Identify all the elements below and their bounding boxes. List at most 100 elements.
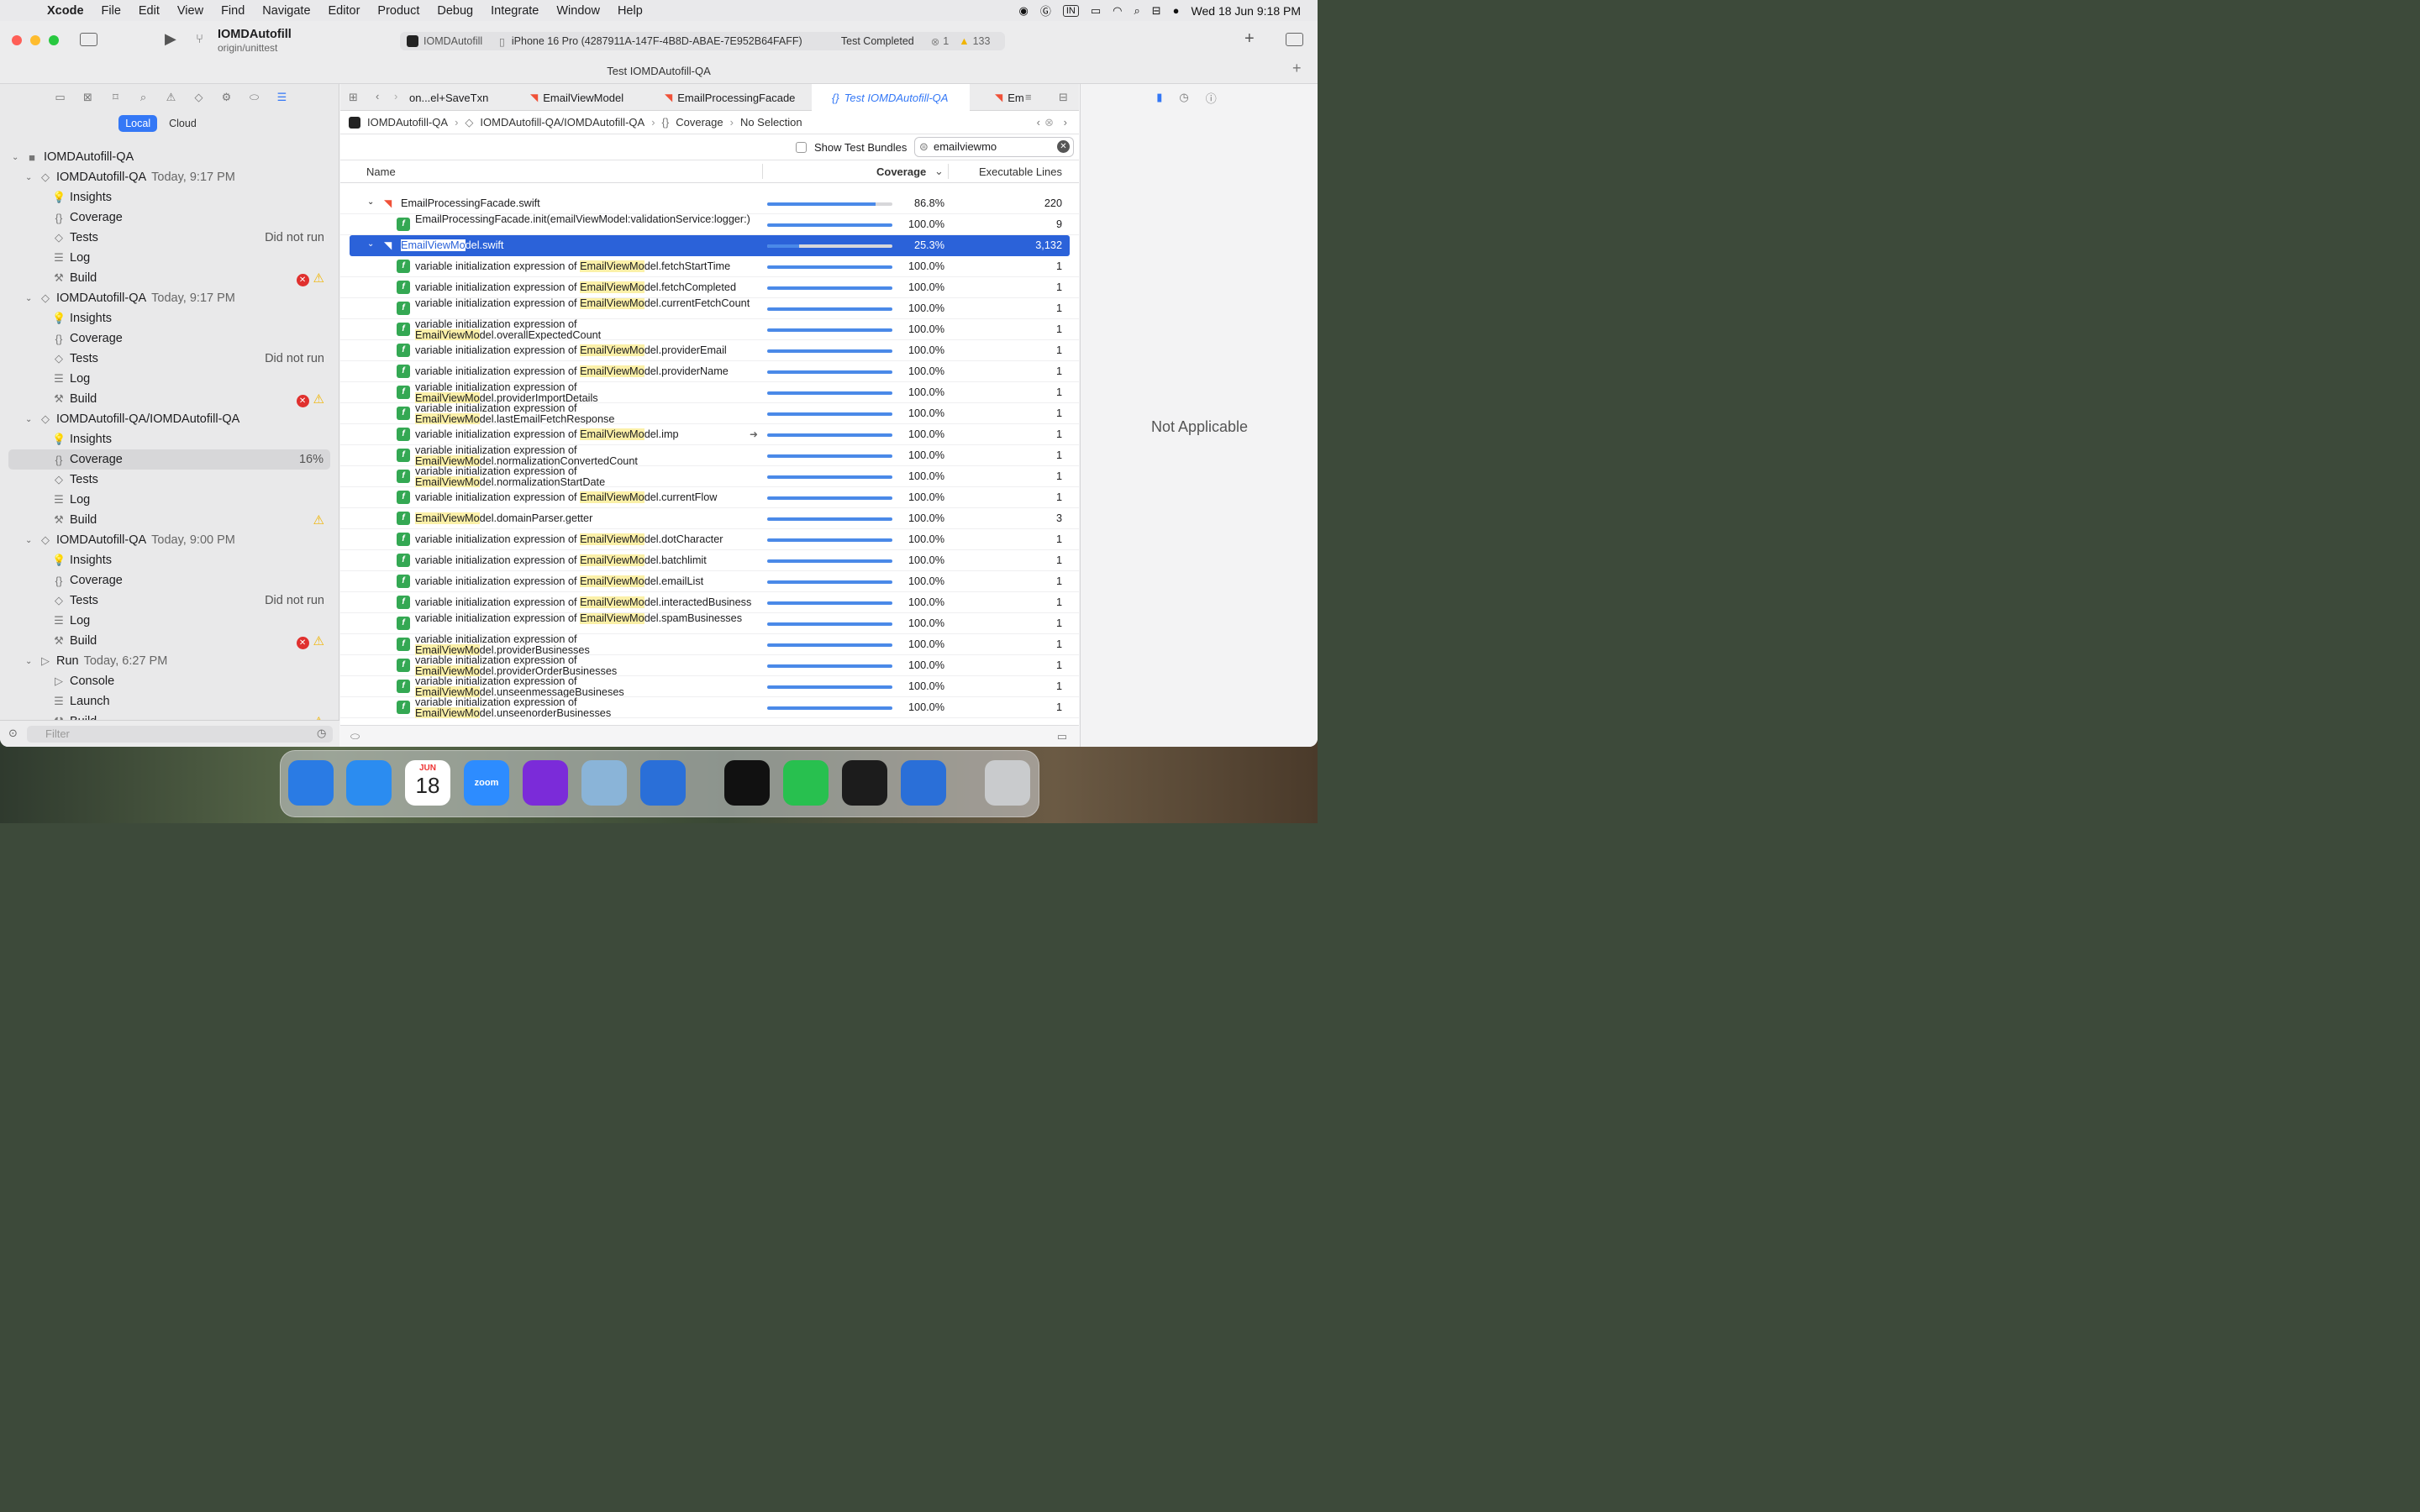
issue-icon[interactable]: ⚠	[163, 91, 179, 104]
sidebar-item-coverage[interactable]: {} Coverage	[0, 570, 339, 591]
source-control-icon[interactable]: ⊠	[80, 91, 96, 104]
find-icon[interactable]: ⌕	[135, 91, 151, 104]
trash-icon[interactable]	[985, 760, 1030, 806]
coverage-function-row[interactable]: f variable initialization expression of E…	[340, 697, 1079, 718]
siri-icon[interactable]: ●	[1173, 4, 1180, 17]
sidebar-item-tests[interactable]: ◇ Tests Did not run	[0, 349, 339, 369]
zoom-window-button[interactable]	[49, 35, 59, 45]
coverage-function-row[interactable]: f variable initialization expression of E…	[340, 403, 1079, 424]
sidebar-item-console[interactable]: ▷ Console	[0, 671, 339, 691]
whatsapp-icon[interactable]	[783, 760, 829, 806]
coverage-function-row[interactable]: f variable initialization expression of E…	[340, 340, 1079, 361]
xcode-instruments-icon[interactable]	[901, 760, 946, 806]
sidebar-item-iomdautofill-qa[interactable]: ⌄ ◇ IOMDAutofill-QA Today, 9:17 PM	[0, 288, 339, 308]
minimize-window-button[interactable]	[30, 35, 40, 45]
menu-window[interactable]: Window	[556, 4, 600, 18]
control-center-icon[interactable]: ⊟	[1152, 4, 1161, 18]
coverage-function-row[interactable]: f variable initialization expression of E…	[340, 445, 1079, 466]
menu-debug[interactable]: Debug	[437, 4, 473, 18]
warning-count-icon[interactable]: ▲	[959, 35, 969, 47]
coverage-function-row[interactable]: f variable initialization expression of E…	[340, 298, 1079, 319]
coverage-function-row[interactable]: f variable initialization expression of E…	[340, 529, 1079, 550]
folder-icon[interactable]: ▭	[52, 91, 68, 104]
clear-search-icon[interactable]: ✕	[1057, 140, 1070, 153]
related-items-icon[interactable]: ⊞	[349, 91, 358, 104]
menubar-clock[interactable]: Wed 18 Jun 9:18 PM	[1192, 4, 1301, 18]
disclosure-chevron-icon[interactable]: ⌄	[25, 173, 32, 182]
coverage-function-row[interactable]: f variable initialization expression of E…	[340, 319, 1079, 340]
forward-icon[interactable]: ›	[394, 90, 397, 102]
sidebar-item-tests[interactable]: ◇ Tests Did not run	[0, 228, 339, 248]
disclosure-chevron-icon[interactable]: ⌄	[367, 197, 374, 207]
sidebar-item-coverage[interactable]: {} Coverage	[0, 328, 339, 349]
menu-edit[interactable]: Edit	[139, 4, 160, 18]
sidebar-item-insights[interactable]: 💡 Insights	[0, 187, 339, 207]
show-test-bundles-checkbox[interactable]	[796, 142, 807, 153]
coverage-function-row[interactable]: f variable initialization expression of E…	[340, 634, 1079, 655]
coverage-function-row[interactable]: f variable initialization expression of E…	[340, 487, 1079, 508]
unity-icon[interactable]	[724, 760, 770, 806]
input-source-icon[interactable]: IN	[1062, 4, 1079, 17]
inspector-toggle-icon[interactable]	[1286, 33, 1303, 46]
recent-filter-icon[interactable]: ◷	[317, 727, 326, 740]
tab-test-report[interactable]: {} Test IOMDAutofill-QA	[812, 84, 970, 111]
sidebar-item-insights[interactable]: 💡 Insights	[0, 308, 339, 328]
coverage-function-row[interactable]: f variable initialization expression of E…	[340, 655, 1079, 676]
jump-selection[interactable]: No Selection	[740, 116, 802, 129]
safari-icon[interactable]	[346, 760, 392, 806]
wifi-icon[interactable]: ◠	[1113, 4, 1122, 18]
coverage-function-row[interactable]: f variable initialization expression of E…	[340, 277, 1079, 298]
terminal-icon[interactable]	[842, 760, 887, 806]
coverage-function-row[interactable]: f variable initialization expression of E…	[340, 592, 1079, 613]
sidebar-item-tests[interactable]: ◇ Tests Did not run	[0, 591, 339, 611]
segment-local[interactable]: Local	[118, 115, 158, 132]
error-count-icon[interactable]: ⊗	[931, 35, 939, 48]
menu-integrate[interactable]: Integrate	[491, 4, 539, 18]
help-inspector-icon[interactable]: ⓘ	[1206, 90, 1217, 106]
coverage-function-row[interactable]: f variable initialization expression of E…	[340, 676, 1079, 697]
disclosure-chevron-icon[interactable]: ⌄	[25, 415, 32, 424]
sidebar-item-tests[interactable]: ◇ Tests	[0, 470, 339, 490]
sort-chevron-icon[interactable]: ⌄	[934, 165, 944, 178]
breakpoint-icon[interactable]: ⬭	[246, 91, 262, 104]
sidebar-item-log[interactable]: ☰ Log	[0, 490, 339, 510]
column-coverage[interactable]: Coverage	[876, 165, 926, 178]
status-menu-icon[interactable]: ◉	[1018, 4, 1028, 18]
jump-coverage[interactable]: Coverage	[676, 116, 723, 129]
coverage-file-row[interactable]: ⌄ ◥ EmailProcessingFacade.swift 86.8% 220	[340, 193, 1079, 214]
jump-plan[interactable]: IOMDAutofill-QA/IOMDAutofill-QA	[480, 116, 644, 129]
sidebar-item-iomdautofill-qa[interactable]: ⌄ ◇ IOMDAutofill-QA Today, 9:17 PM	[0, 167, 339, 187]
menu-file[interactable]: File	[102, 4, 121, 18]
sidebar-item-insights[interactable]: 💡 Insights	[0, 550, 339, 570]
coverage-function-row[interactable]: f variable initialization expression of E…	[340, 361, 1079, 382]
coverage-file-row[interactable]: ⌄ ◥ EmailViewModel.swift 25.3% 3,132	[350, 235, 1070, 256]
bookmark-icon[interactable]: ⌑	[108, 91, 124, 104]
add-icon[interactable]: +	[1244, 29, 1255, 49]
sidebar-item-iomdautofill-qa[interactable]: ⌄ ◇ IOMDAutofill-QA Today, 9:00 PM	[0, 530, 339, 550]
menu-navigate[interactable]: Navigate	[262, 4, 310, 18]
history-inspector-icon[interactable]: ◷	[1179, 91, 1188, 104]
menu-find[interactable]: Find	[221, 4, 245, 18]
zoom-icon[interactable]: zoom	[464, 760, 509, 806]
sidebar-item-log[interactable]: ☰ Log	[0, 611, 339, 631]
column-name[interactable]: Name	[366, 165, 396, 178]
sidebar-item-launch[interactable]: ☰ Launch	[0, 691, 339, 711]
menu-product[interactable]: Product	[377, 4, 419, 18]
back-icon[interactable]: ‹	[376, 90, 379, 102]
sidebar-item-coverage[interactable]: {} Coverage 16%	[8, 449, 330, 470]
firefox-icon[interactable]	[523, 760, 568, 806]
filter-options-icon[interactable]: ⊙	[8, 727, 18, 740]
test-icon[interactable]: ◇	[191, 91, 207, 104]
add-tab-icon[interactable]: +	[1292, 60, 1302, 77]
editor-options-icon[interactable]: ≡	[1025, 91, 1032, 103]
sidebar-item-iomdautofill-qa-iomdautofill-qa[interactable]: ⌄ ◇ IOMDAutofill-QA/IOMDAutofill-QA	[0, 409, 339, 429]
coverage-function-row[interactable]: f variable initialization expression of E…	[340, 550, 1079, 571]
menu-view[interactable]: View	[177, 4, 203, 18]
coverage-function-row[interactable]: f variable initialization expression of E…	[340, 571, 1079, 592]
tab-truncated[interactable]: ◥ Em	[992, 84, 1025, 111]
debug-icon[interactable]: ⚙	[218, 91, 234, 104]
sidebar-item-build[interactable]: ⚒ Build ✕ ⚠	[0, 631, 339, 651]
sidebar-toggle-icon[interactable]	[80, 33, 97, 46]
next-issue-icon[interactable]: ›	[1064, 116, 1067, 129]
sidebar-item-coverage[interactable]: {} Coverage	[0, 207, 339, 228]
